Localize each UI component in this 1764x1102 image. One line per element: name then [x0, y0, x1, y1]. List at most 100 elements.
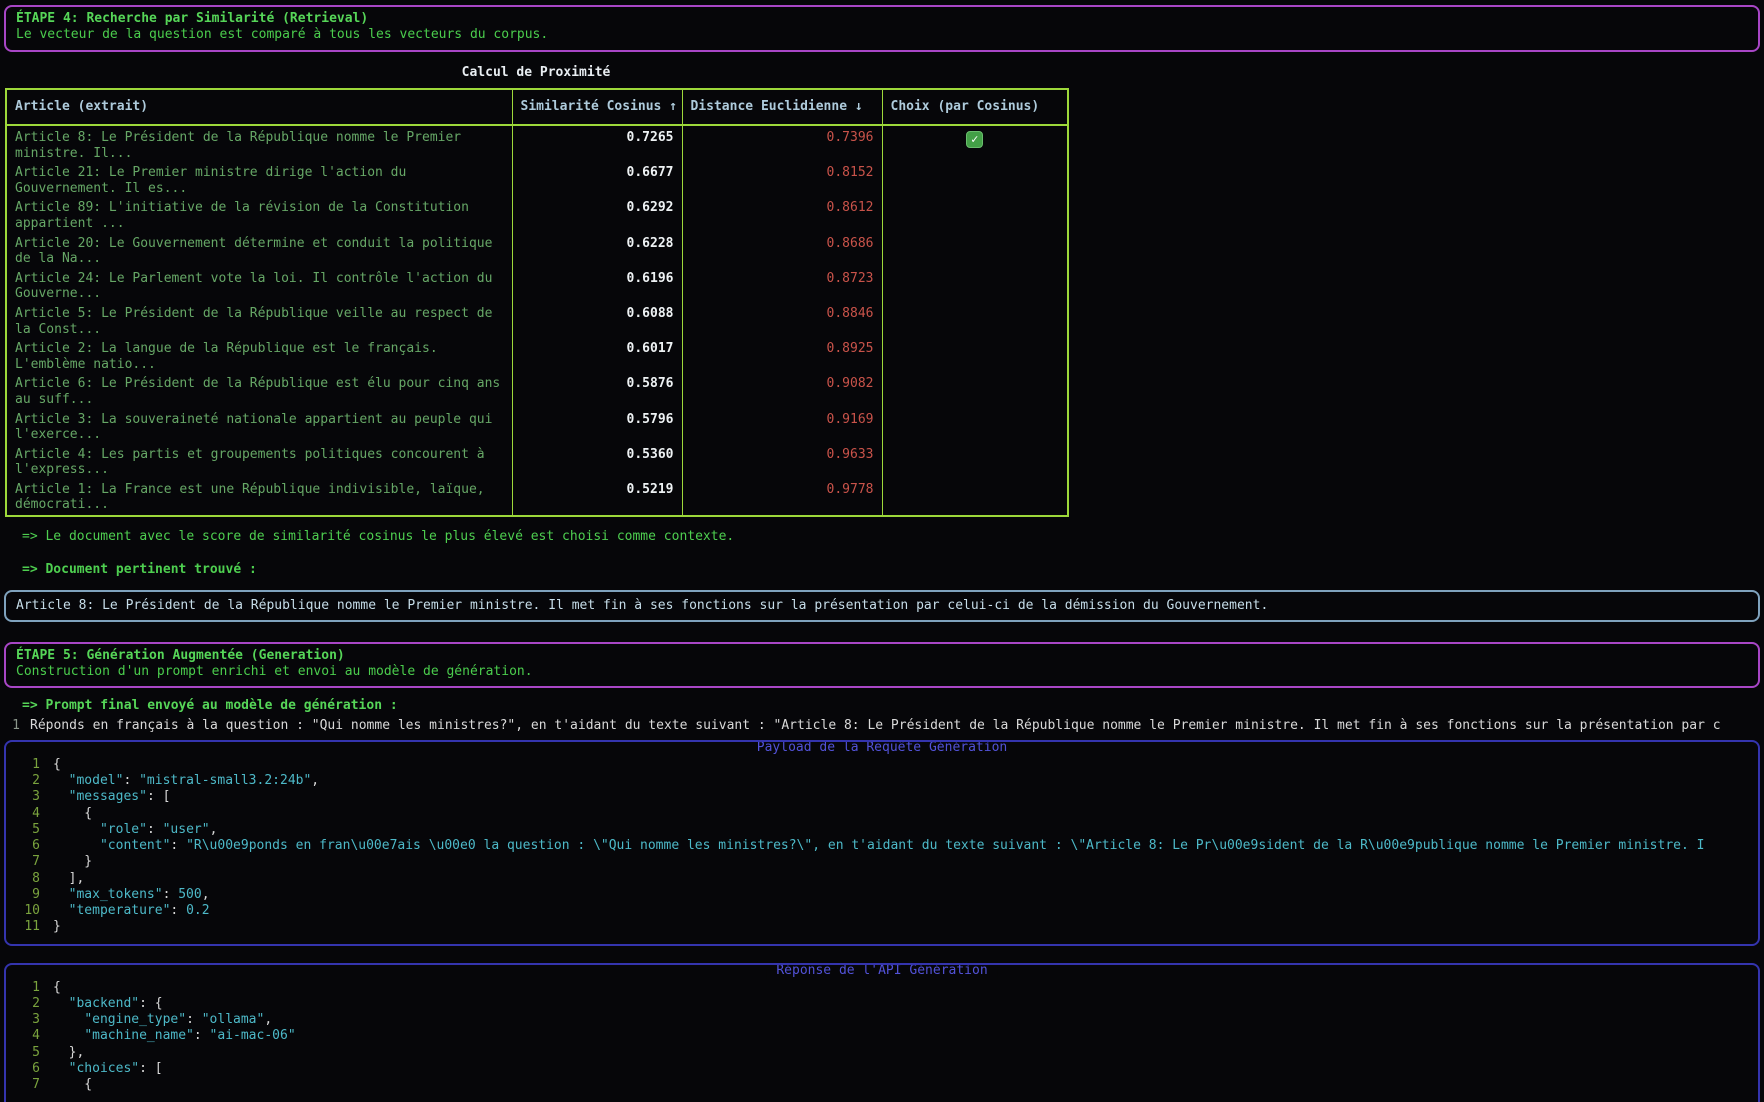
distance-value: 0.8612 [682, 198, 882, 233]
article-cell: Article 3: La souveraineté nationale app… [6, 410, 512, 445]
code-text: { [53, 757, 61, 773]
line-number: 1 [12, 980, 40, 996]
table-row: Article 21: Le Premier ministre dirige l… [6, 163, 1068, 198]
cosine-value: 0.5796 [512, 410, 682, 445]
article-cell: Article 89: L'initiative de la révision … [6, 198, 512, 233]
etape4-panel: ÉTAPE 4: Recherche par Similarité (Retri… [4, 5, 1760, 52]
payload-panel-title: Payload de la Requête Génération [747, 740, 1017, 756]
distance-value: 0.8686 [682, 234, 882, 269]
code-text: { [53, 980, 61, 996]
found-note: => Document pertinent trouvé : [22, 562, 1760, 578]
code-line: 8 ], [12, 871, 1752, 887]
line-number: 1 [4, 718, 20, 734]
choice-cell: ✓ [882, 125, 1068, 163]
table-row: Article 1: La France est une République … [6, 480, 1068, 516]
code-line: 7 { [12, 1077, 1752, 1093]
distance-value: 0.9169 [682, 410, 882, 445]
code-line: 4 { [12, 806, 1752, 822]
table-row: Article 4: Les partis et groupements pol… [6, 445, 1068, 480]
article-cell: Article 24: Le Parlement vote la loi. Il… [6, 269, 512, 304]
table-header-row: Article (extrait) Similarité Cosinus ↑ D… [6, 89, 1068, 125]
code-line: 9 "max_tokens": 500, [12, 887, 1752, 903]
code-text: "role": "user", [53, 822, 217, 838]
code-line: 4 "machine_name": "ai-mac-06" [12, 1028, 1752, 1044]
code-text: }, [53, 1045, 84, 1061]
column-distance: Distance Euclidienne ↓ [682, 89, 882, 125]
choice-cell [882, 374, 1068, 409]
etape4-subtitle: Le vecteur de la question est comparé à … [16, 27, 1748, 43]
line-number: 2 [12, 996, 40, 1012]
article-cell: Article 20: Le Gouvernement détermine et… [6, 234, 512, 269]
choice-cell [882, 269, 1068, 304]
table-row: Article 5: Le Président de la République… [6, 304, 1068, 339]
choice-cell [882, 445, 1068, 480]
payload-code: 1{2 "model": "mistral-small3.2:24b",3 "m… [12, 757, 1752, 936]
article-cell: Article 8: Le Président de la République… [6, 125, 512, 163]
table-header: Article (extrait) Similarité Cosinus ↑ D… [6, 89, 1068, 125]
code-text: "backend": { [53, 996, 163, 1012]
choice-cell [882, 339, 1068, 374]
code-line: 1{ [12, 980, 1752, 996]
article-cell: Article 4: Les partis et groupements pol… [6, 445, 512, 480]
code-line: 6 "content": "R\u00e9ponds en fran\u00e7… [12, 838, 1752, 854]
line-number: 7 [12, 854, 40, 870]
code-text: { [53, 806, 92, 822]
table-row: Article 6: Le Président de la République… [6, 374, 1068, 409]
response-panel: Réponse de l'API Génération 1{2 "backend… [4, 963, 1760, 1102]
table-row: Article 20: Le Gouvernement détermine et… [6, 234, 1068, 269]
choice-cell [882, 304, 1068, 339]
line-number: 1 [12, 757, 40, 773]
cosine-value: 0.5876 [512, 374, 682, 409]
line-number: 4 [12, 806, 40, 822]
distance-value: 0.8723 [682, 269, 882, 304]
etape5-title: ÉTAPE 5: Génération Augmentée (Generatio… [16, 648, 1748, 664]
cosine-value: 0.5219 [512, 480, 682, 516]
cosine-value: 0.6017 [512, 339, 682, 374]
code-text: } [53, 854, 92, 870]
etape5-subtitle: Construction d'un prompt enrichi et envo… [16, 664, 1748, 680]
line-number: 5 [12, 822, 40, 838]
cosine-value: 0.7265 [512, 125, 682, 163]
code-line: 6 "choices": [ [12, 1061, 1752, 1077]
code-text: } [53, 919, 61, 935]
code-text: "machine_name": "ai-mac-06" [53, 1028, 296, 1044]
line-number: 3 [12, 789, 40, 805]
code-line: 3 "engine_type": "ollama", [12, 1012, 1752, 1028]
code-text: "content": "R\u00e9ponds en fran\u00e7ai… [53, 838, 1704, 854]
cosine-value: 0.5360 [512, 445, 682, 480]
distance-value: 0.7396 [682, 125, 882, 163]
line-number: 10 [12, 903, 40, 919]
article-cell: Article 21: Le Premier ministre dirige l… [6, 163, 512, 198]
response-code: 1{2 "backend": {3 "engine_type": "ollama… [12, 980, 1752, 1094]
table-row: Article 89: L'initiative de la révision … [6, 198, 1068, 233]
cosine-value: 0.6228 [512, 234, 682, 269]
table-row: Article 2: La langue de la République es… [6, 339, 1068, 374]
table-title: Calcul de Proximité [5, 65, 1067, 81]
payload-panel: Payload de la Requête Génération 1{2 "mo… [4, 740, 1760, 946]
cosine-value: 0.6196 [512, 269, 682, 304]
code-text: "max_tokens": 500, [53, 887, 210, 903]
code-text: "engine_type": "ollama", [53, 1012, 272, 1028]
choice-cell [882, 480, 1068, 516]
table-row: Article 24: Le Parlement vote la loi. Il… [6, 269, 1068, 304]
column-cosinus: Similarité Cosinus ↑ [512, 89, 682, 125]
response-panel-title: Réponse de l'API Génération [766, 963, 997, 979]
document-panel: Article 8: Le Président de la République… [4, 590, 1760, 622]
distance-value: 0.9633 [682, 445, 882, 480]
choice-cell [882, 234, 1068, 269]
code-text: "messages": [ [53, 789, 170, 805]
cosine-value: 0.6677 [512, 163, 682, 198]
code-text: "choices": [ [53, 1061, 163, 1077]
code-line: 3 "messages": [ [12, 789, 1752, 805]
code-line: 5 }, [12, 1045, 1752, 1061]
line-number: 6 [12, 838, 40, 854]
code-text: "temperature": 0.2 [53, 903, 210, 919]
checkmark-icon: ✓ [966, 131, 983, 148]
prompt-code: 1 Réponds en français à la question : "Qu… [4, 718, 1760, 734]
column-choix: Choix (par Cosinus) [882, 89, 1068, 125]
code-text: Réponds en français à la question : "Qui… [30, 718, 1721, 734]
table-row: Article 8: Le Président de la République… [6, 125, 1068, 163]
line-number: 7 [12, 1077, 40, 1093]
etape5-panel: ÉTAPE 5: Génération Augmentée (Generatio… [4, 642, 1760, 689]
code-line: 1{ [12, 757, 1752, 773]
